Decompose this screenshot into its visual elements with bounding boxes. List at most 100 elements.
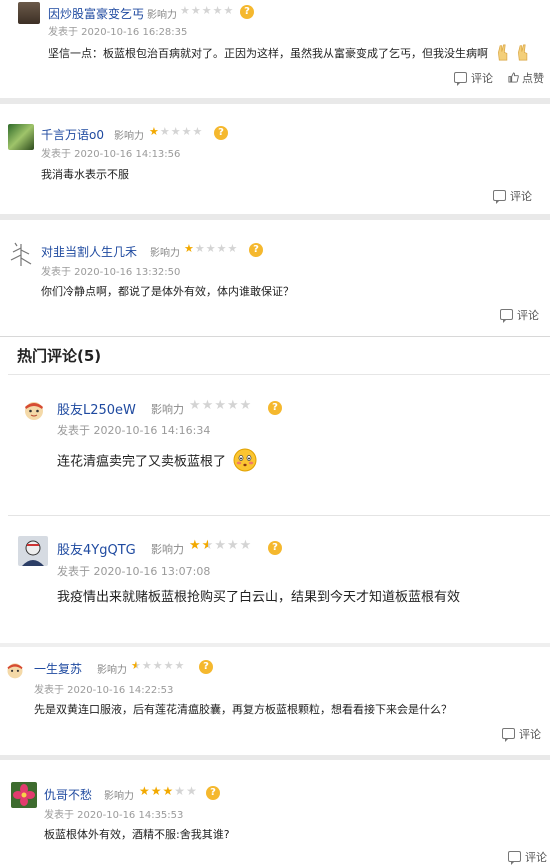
avatar[interactable] [11, 782, 37, 808]
star-icon: ★ [189, 398, 202, 413]
influence-stars: ★★★★★ [139, 784, 198, 798]
avatar[interactable] [18, 536, 48, 566]
comment-button[interactable]: 评论 [493, 188, 532, 204]
star-icon: ★ [214, 538, 227, 553]
comment-text: 我疫情出来就赌板蓝根抢购买了白云山，结果到今天才知道板蓝根有效 [57, 590, 461, 605]
help-icon[interactable]: ? [206, 786, 220, 800]
divider [0, 643, 550, 647]
hot-comment-card: 仇哥不愁 影响力 ★★★★★ ? 发表于 2020-10-16 14:35:53… [0, 762, 550, 865]
star-icon: ★ [227, 242, 239, 255]
post-time: 发表于 2020-10-16 14:22:53 [34, 685, 174, 696]
comment-text: 板蓝根体外有效，酒精不服:舍我其谁? [44, 828, 230, 841]
star-icon: ★ [180, 4, 191, 17]
username[interactable]: 一生复苏 [34, 660, 82, 677]
username[interactable]: 对韭当割人生几禾 [41, 243, 137, 260]
comment-text: 我消毒水表示不服 [41, 168, 129, 181]
star-icon: ★ [186, 784, 198, 798]
star-icon: ★ [162, 784, 175, 798]
avatar[interactable] [22, 398, 46, 422]
post-time: 发表于 2020-10-16 16:28:35 [48, 27, 188, 38]
comment-button[interactable]: 评论 [454, 70, 493, 86]
help-icon[interactable]: ? [214, 126, 228, 140]
post-time: 发表于 2020-10-16 13:32:50 [41, 267, 181, 278]
influence-label: 影响力 [97, 665, 127, 676]
star-icon: ★ [189, 538, 202, 553]
help-icon[interactable]: ? [240, 5, 254, 19]
influence-label: 影响力 [151, 543, 184, 556]
comment-text: 连花清瘟卖完了又卖板蓝根了 [57, 448, 257, 476]
star-icon: ★ [190, 4, 202, 17]
star-icon: ★ [170, 125, 182, 138]
help-icon[interactable]: ? [249, 243, 263, 257]
star-icon: ★ [141, 659, 153, 672]
avatar[interactable] [7, 240, 35, 268]
username[interactable]: 股友L250eW [57, 399, 136, 418]
username[interactable]: 仇哥不愁 [44, 786, 92, 803]
star-icon: ★ [139, 784, 151, 798]
comment-text: 坚信一点：板蓝根包治百病就对了。正因为这样，虽然我从富豪变成了乞丐，但我没生病啊 [48, 44, 532, 64]
star-icon: ★ [212, 4, 224, 17]
influence-stars: ★★★★★ [180, 4, 234, 17]
comment-text: 先是双黄连口服液，后有莲花清瘟胶囊，再复方板蓝根颗粒，想看看接下来会是什么？ [34, 703, 452, 716]
divider [8, 515, 550, 516]
comment-text: 你们冷静点啊，都说了是体外有效，体内谁敢保证？ [41, 285, 294, 298]
comment-button[interactable]: 评论 [502, 726, 541, 742]
star-icon: ★ [131, 659, 142, 672]
star-icon: ★ [205, 242, 217, 255]
star-icon: ★ [149, 125, 160, 138]
hot-comment-card: 股友4YgQTG 影响力 ★★★★★ ? 发表于 2020-10-16 13:0… [0, 520, 550, 640]
flushed-face-icon [233, 448, 257, 476]
influence-label: 影响力 [147, 10, 177, 21]
star-icon: ★ [174, 659, 186, 672]
comment-button[interactable]: 评论 [508, 849, 547, 865]
username[interactable]: 千言万语o0 [41, 126, 104, 143]
comment-icon [493, 190, 506, 204]
comment-icon [500, 309, 513, 323]
star-icon: ★ [239, 398, 253, 413]
star-icon: ★ [201, 538, 215, 553]
victory-hand-icon [495, 44, 533, 64]
star-icon: ★ [159, 125, 171, 138]
help-icon[interactable]: ? [199, 660, 213, 674]
post-time: 发表于 2020-10-16 14:16:34 [57, 424, 211, 437]
influence-stars: ★★★★★ [149, 125, 203, 138]
post-time: 发表于 2020-10-16 13:07:08 [57, 565, 211, 578]
post-time: 发表于 2020-10-16 14:13:56 [41, 149, 181, 160]
divider [8, 374, 550, 375]
help-icon[interactable]: ? [268, 401, 282, 415]
star-icon: ★ [223, 4, 235, 17]
help-icon[interactable]: ? [268, 541, 282, 555]
influence-label: 影响力 [151, 403, 184, 416]
divider [0, 336, 550, 337]
comment-button[interactable]: 评论 [500, 307, 539, 323]
star-icon: ★ [181, 125, 193, 138]
star-icon: ★ [174, 784, 187, 798]
hot-comment-card: 一生复苏 影响力 ★★★★★ ? 发表于 2020-10-16 14:22:53… [0, 648, 550, 753]
divider [0, 755, 550, 760]
star-icon: ★ [192, 125, 204, 138]
star-icon: ★ [201, 4, 213, 17]
comment-icon [502, 728, 515, 742]
star-icon: ★ [226, 398, 240, 413]
like-button[interactable]: 点赞 [508, 70, 544, 86]
comment-card: 因炒股富豪变乞丐 影响力 ★★★★★ ? 发表于 2020-10-16 16:2… [0, 0, 550, 100]
influence-stars: ★★★★★ [131, 659, 185, 672]
avatar[interactable] [8, 124, 34, 150]
influence-stars: ★★★★★ [189, 398, 252, 413]
comment-icon [454, 72, 467, 86]
username[interactable]: 股友4YgQTG [57, 539, 136, 558]
star-icon: ★ [226, 538, 240, 553]
comment-card: 对韭当割人生几禾 影响力 ★★★★★ ? 发表于 2020-10-16 13:3… [0, 220, 550, 335]
hot-comments-title: 热门评论(5) [17, 347, 102, 365]
hot-comment-card: 股友L250eW 影响力 ★★★★★ ? 发表于 2020-10-16 14:1… [0, 380, 550, 500]
avatar[interactable] [18, 2, 40, 24]
star-icon: ★ [150, 784, 163, 798]
star-icon: ★ [194, 242, 206, 255]
username[interactable]: 因炒股富豪变乞丐 [48, 5, 144, 22]
star-icon: ★ [214, 398, 227, 413]
influence-label: 影响力 [150, 248, 180, 259]
avatar[interactable] [5, 660, 25, 680]
influence-stars: ★★★★★ [189, 538, 252, 553]
post-time: 发表于 2020-10-16 14:35:53 [44, 810, 184, 821]
star-icon: ★ [201, 398, 215, 413]
